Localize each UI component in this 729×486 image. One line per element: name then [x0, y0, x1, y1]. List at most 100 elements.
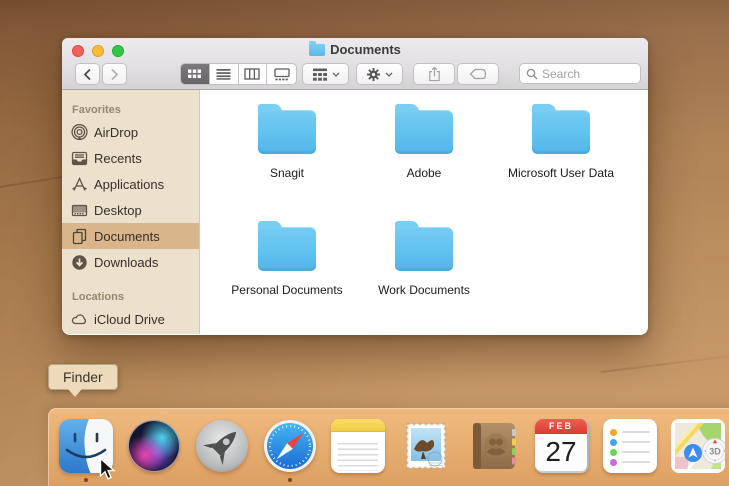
sidebar: Favorites AirDrop Recents Applications D…: [62, 90, 200, 334]
finder-tooltip: Finder: [48, 364, 118, 397]
icon-view-icon: [188, 69, 202, 78]
sidebar-item-airdrop[interactable]: AirDrop: [62, 119, 199, 145]
sidebar-item-partial[interactable]: [62, 332, 199, 334]
notes-icon: [331, 419, 385, 473]
folder-item[interactable]: Work Documents: [362, 221, 486, 297]
mouse-cursor: [99, 457, 116, 480]
blue-folder-icon: [258, 104, 316, 154]
search-input[interactable]: [542, 66, 628, 81]
dock-icon-notes[interactable]: [331, 419, 385, 473]
back-button[interactable]: [75, 63, 100, 85]
maps-3d-badge: 3D: [702, 438, 725, 464]
sidebar-item-recents[interactable]: Recents: [62, 145, 199, 171]
search-field[interactable]: [519, 63, 641, 84]
folder-name: Personal Documents: [231, 283, 343, 297]
dock-icon-mail[interactable]: [399, 419, 453, 473]
dock-icon-safari[interactable]: [263, 419, 317, 482]
list-view-icon: [216, 69, 231, 80]
sidebar-item-label: AirDrop: [94, 124, 139, 140]
calendar-month-label: FEB: [535, 419, 587, 434]
chevron-right-icon: [111, 68, 119, 80]
blue-folder-icon: [258, 221, 316, 271]
column-view-button[interactable]: [239, 64, 268, 84]
documents-icon: [72, 228, 87, 244]
file-browser-content: Snagit Adobe Microsoft User Data Persona…: [200, 90, 648, 334]
sidebar-header-favorites: Favorites: [72, 104, 121, 116]
blue-folder-icon: [532, 104, 590, 154]
calendar-icon: FEB 27: [535, 419, 589, 473]
chevron-down-icon: [385, 72, 393, 77]
window-title: Documents: [330, 42, 401, 57]
sidebar-item-label: Documents: [94, 228, 160, 244]
sidebar-item-desktop[interactable]: Desktop: [62, 197, 199, 223]
titlebar: Documents: [62, 38, 648, 61]
calendar-day-label: 27: [545, 436, 577, 467]
window-header: Documents: [62, 38, 648, 90]
dock: FEB 27 3D: [48, 408, 729, 486]
toolbar: [62, 61, 648, 89]
blue-folder-icon: [395, 221, 453, 271]
desktop: { "window": { "title": "Documents", "tra…: [0, 0, 729, 486]
maps-icon: 3D: [671, 419, 725, 473]
dock-icon-siri[interactable]: [127, 419, 181, 473]
gallery-view-button[interactable]: [267, 64, 296, 84]
folder-name: Work Documents: [378, 283, 470, 297]
downloads-icon: [72, 254, 87, 270]
list-view-button[interactable]: [210, 64, 239, 84]
svg-text:3D: 3D: [709, 447, 721, 457]
icon-view-button[interactable]: [181, 64, 210, 84]
group-by-icon: [312, 68, 327, 81]
finder-window: Documents Search Favorites AirDrop Recen…: [62, 38, 648, 335]
folder-item[interactable]: Snagit: [225, 104, 349, 180]
sidebar-item-downloads[interactable]: Downloads: [62, 249, 199, 275]
title-folder-icon: [309, 41, 326, 56]
group-by-button[interactable]: [302, 63, 349, 85]
dune-ridge: [600, 349, 729, 373]
sidebar-item-applications[interactable]: Applications: [62, 171, 199, 197]
siri-icon: [128, 420, 180, 472]
forward-button[interactable]: [102, 63, 127, 85]
folder-item[interactable]: Adobe: [362, 104, 486, 180]
sidebar-item-icloud-drive[interactable]: iCloud Drive: [62, 306, 199, 332]
share-button[interactable]: [413, 63, 455, 85]
sidebar-item-label: Desktop: [94, 202, 142, 218]
folder-name: Snagit: [269, 166, 305, 180]
action-menu-button[interactable]: [356, 63, 403, 85]
share-icon: [428, 66, 440, 82]
folder-name: Adobe: [406, 166, 442, 180]
contacts-icon: [473, 423, 516, 469]
globe-icon: [71, 331, 88, 335]
tooltip-label: Finder: [63, 369, 103, 385]
tag-button[interactable]: [457, 63, 499, 85]
chevron-left-icon: [83, 68, 91, 80]
sidebar-header-locations: Locations: [72, 291, 124, 303]
dock-icon-calendar[interactable]: FEB 27: [535, 419, 589, 473]
column-view-icon: [244, 68, 261, 80]
folder-item[interactable]: Microsoft User Data: [499, 104, 623, 180]
safari-icon: [264, 420, 316, 472]
sidebar-item-label: Downloads: [94, 254, 159, 270]
dock-icon-launchpad[interactable]: [195, 419, 249, 473]
search-icon: [526, 68, 538, 79]
reminders-icon: [603, 419, 657, 473]
mail-icon: [405, 422, 447, 470]
applications-icon: [72, 176, 87, 191]
tag-icon: [469, 68, 487, 80]
desktop-icon: [71, 204, 88, 216]
recents-icon: [71, 151, 88, 165]
chevron-down-icon: [332, 72, 339, 77]
icloud-icon: [71, 313, 87, 324]
sidebar-item-label: Applications: [94, 176, 165, 192]
dock-icon-contacts[interactable]: [467, 419, 521, 473]
launchpad-icon: [196, 420, 248, 472]
sidebar-item-label: Recents: [94, 150, 142, 166]
dock-icon-maps[interactable]: 3D: [671, 419, 725, 473]
gallery-view-icon: [273, 67, 290, 80]
dock-icon-reminders[interactable]: [603, 419, 657, 473]
sidebar-item-documents[interactable]: Documents: [62, 223, 199, 249]
folder-item[interactable]: Personal Documents: [225, 221, 349, 297]
gear-icon: [366, 67, 381, 81]
view-mode-control: [180, 63, 297, 85]
folder-name: Microsoft User Data: [507, 166, 615, 180]
airdrop-icon: [71, 123, 88, 140]
